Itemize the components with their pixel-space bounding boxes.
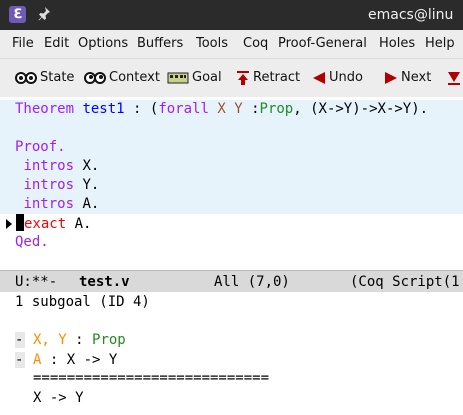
intros-arg: X. bbox=[74, 158, 100, 174]
undo-button[interactable]: Undo bbox=[312, 59, 363, 97]
state-button[interactable]: State bbox=[15, 59, 74, 97]
retract-button[interactable]: Retract bbox=[236, 59, 300, 97]
goto-button[interactable] bbox=[447, 59, 463, 97]
undo-arrow-icon bbox=[313, 72, 325, 84]
menu-bar: File Edit Options Buffers Tools Coq Proo… bbox=[0, 30, 463, 59]
next-label: Next bbox=[401, 70, 432, 85]
next-button[interactable]: Next bbox=[384, 59, 431, 97]
emacs-window: ℇ emacs@linu File Edit Options Buffers T… bbox=[0, 0, 463, 415]
proof-line: Proof. bbox=[0, 138, 463, 157]
theorem-line: Theorem test1 : (forall X Y :Prop, (X->Y… bbox=[0, 100, 463, 119]
qed-keyword: Qed. bbox=[15, 234, 49, 250]
major-mode[interactable]: (Coq Script(1 bbox=[350, 271, 460, 293]
blank-line bbox=[0, 119, 463, 138]
menu-tools[interactable]: Tools bbox=[196, 30, 228, 58]
menu-file[interactable]: File bbox=[12, 30, 34, 58]
undo-label: Undo bbox=[329, 70, 363, 85]
hypothesis-type: X -> Y bbox=[66, 352, 118, 368]
retract-label: Retract bbox=[253, 70, 301, 85]
goal-icon bbox=[167, 72, 189, 84]
forall-keyword: forall bbox=[158, 101, 209, 117]
script-buffer[interactable]: Theorem test1 : (forall X Y :Prop, (X->Y… bbox=[0, 97, 463, 270]
buffer-name[interactable]: test.v bbox=[79, 271, 130, 293]
proof-keyword: Proof. bbox=[15, 139, 66, 155]
hypothesis-marker: - bbox=[15, 332, 25, 348]
qed-line: Qed. bbox=[0, 233, 463, 252]
menu-edit[interactable]: Edit bbox=[44, 30, 69, 58]
goals-buffer[interactable]: 1 subgoal (ID 4) - X, Y : Prop - A : X -… bbox=[0, 292, 463, 415]
prop-type: Prop bbox=[259, 101, 294, 117]
var-x: X bbox=[217, 101, 226, 117]
title-bar: ℇ emacs@linu bbox=[0, 0, 463, 30]
intros-arg: A. bbox=[74, 196, 100, 212]
context-button[interactable]: Context bbox=[84, 59, 160, 97]
window-title: emacs@linu bbox=[368, 7, 454, 23]
hypothesis-names: X, Y bbox=[33, 332, 67, 348]
theorem-keyword: Theorem bbox=[15, 101, 75, 117]
hypothesis-marker: - bbox=[15, 352, 25, 368]
hypothesis-type: Prop bbox=[92, 332, 126, 348]
state-label: State bbox=[40, 70, 75, 85]
exact-arg: A. bbox=[66, 216, 92, 232]
theorem-name: test1 bbox=[82, 101, 125, 117]
prop-colon: : bbox=[242, 101, 260, 117]
state-icon bbox=[15, 72, 37, 84]
emacs-icon[interactable]: ℇ bbox=[9, 6, 26, 23]
cursor-position: All (7,0) bbox=[214, 274, 290, 290]
menu-options[interactable]: Options bbox=[78, 30, 128, 58]
menu-holes[interactable]: Holes bbox=[379, 30, 415, 58]
exact-line: exact A. bbox=[0, 214, 463, 233]
intros-y-line: intros Y. bbox=[0, 176, 463, 195]
intros-a-line: intros A. bbox=[0, 195, 463, 214]
hypothesis-sep: : bbox=[41, 352, 67, 368]
next-arrow-icon bbox=[385, 72, 397, 84]
menu-proof-general[interactable]: Proof-General bbox=[278, 30, 367, 58]
intros-x-line: intros X. bbox=[0, 157, 463, 176]
proof-toolbar: State Context Goal Retract Undo Next bbox=[0, 59, 463, 98]
context-icon bbox=[84, 72, 106, 84]
goal-button[interactable]: Goal bbox=[167, 59, 222, 97]
retract-icon bbox=[237, 71, 249, 85]
pin-icon[interactable] bbox=[37, 6, 51, 22]
modified-status: U:**- bbox=[15, 274, 58, 290]
menu-buffers[interactable]: Buffers bbox=[137, 30, 183, 58]
context-label: Context bbox=[109, 70, 160, 85]
intros-keyword: intros bbox=[23, 177, 75, 193]
menu-help[interactable]: Help bbox=[425, 30, 455, 58]
subgoal-count: 1 subgoal (ID 4) bbox=[15, 294, 150, 310]
mode-line[interactable]: U:**- test.v All (7,0) (Coq Script(1 bbox=[0, 270, 463, 294]
intros-keyword: intros bbox=[23, 196, 75, 212]
hypothesis-a: A : X -> Y bbox=[33, 350, 117, 370]
intros-arg: Y. bbox=[74, 177, 100, 193]
hypothesis-xy: X, Y : Prop bbox=[33, 330, 126, 350]
theorem-colon: : ( bbox=[124, 101, 159, 117]
exact-keyword: exact bbox=[24, 216, 67, 232]
text-cursor bbox=[16, 214, 24, 231]
goal-conclusion: X -> Y bbox=[33, 390, 84, 406]
overlay-arrow-icon bbox=[6, 219, 12, 229]
down-arrow-icon bbox=[448, 72, 460, 85]
goal-label: Goal bbox=[192, 70, 222, 85]
menu-coq[interactable]: Coq bbox=[243, 30, 268, 58]
intros-keyword: intros bbox=[23, 158, 75, 174]
var-y: Y bbox=[234, 101, 243, 117]
hypothesis-sep: : bbox=[66, 332, 93, 348]
statement-rest: , (X->Y)->X->Y). bbox=[293, 101, 429, 117]
goal-separator: ============================ bbox=[33, 370, 270, 386]
